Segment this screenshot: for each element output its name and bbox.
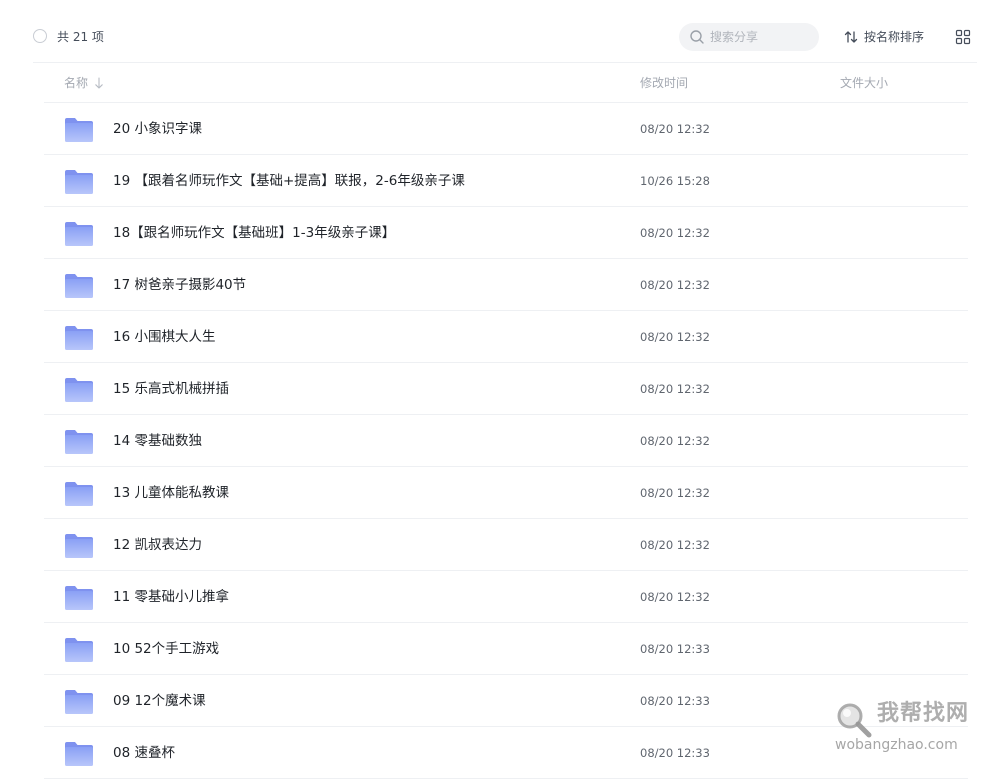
item-count: 共 21 项: [57, 30, 104, 44]
file-row[interactable]: 13 儿童体能私教课 08/20 12:32: [44, 467, 968, 519]
folder-icon: [65, 378, 93, 402]
file-row[interactable]: 18【跟名师玩作文【基础班】1-3年级亲子课】 08/20 12:32: [44, 207, 968, 259]
file-name[interactable]: 19 【跟着名师玩作文【基础+提高】联报，2-6年级亲子课: [113, 172, 465, 190]
file-name[interactable]: 12 凯叔表达力: [113, 536, 202, 554]
folder-icon: [65, 326, 93, 350]
file-name[interactable]: 14 零基础数独: [113, 432, 202, 450]
folder-icon: [65, 742, 93, 766]
file-modified-time: 08/20 12:33: [640, 694, 710, 708]
sort-down-icon: [95, 77, 103, 89]
file-modified-time: 08/20 12:32: [640, 590, 710, 604]
file-name[interactable]: 08 速叠杯: [113, 744, 175, 762]
toolbar: 共 21 项 按名称排序: [0, 0, 989, 62]
file-row[interactable]: 19 【跟着名师玩作文【基础+提高】联报，2-6年级亲子课 10/26 15:28: [44, 155, 968, 207]
table-header: 名称 修改时间 文件大小: [44, 63, 968, 103]
folder-icon: [65, 586, 93, 610]
folder-icon: [65, 638, 93, 662]
folder-icon: [65, 534, 93, 558]
file-modified-time: 08/20 12:32: [640, 434, 710, 448]
file-modified-time: 08/20 12:32: [640, 538, 710, 552]
folder-icon: [65, 170, 93, 194]
file-row[interactable]: 20 小象识字课 08/20 12:32: [44, 103, 968, 155]
file-modified-time: 10/26 15:28: [640, 174, 710, 188]
file-name[interactable]: 16 小围棋大人生: [113, 328, 215, 346]
search-icon: [690, 30, 704, 44]
column-header-modified[interactable]: 修改时间: [640, 76, 688, 90]
sort-icon: [844, 31, 858, 43]
folder-icon: [65, 482, 93, 506]
file-name[interactable]: 20 小象识字课: [113, 120, 202, 138]
file-modified-time: 08/20 12:32: [640, 330, 710, 344]
file-modified-time: 08/20 12:32: [640, 226, 710, 240]
folder-icon: [65, 222, 93, 246]
file-modified-time: 08/20 12:33: [640, 746, 710, 760]
file-row[interactable]: 15 乐高式机械拼插 08/20 12:32: [44, 363, 968, 415]
folder-icon: [65, 690, 93, 714]
search-input[interactable]: [710, 28, 810, 46]
select-all-checkbox[interactable]: [33, 29, 47, 43]
column-header-size[interactable]: 文件大小: [840, 76, 888, 90]
file-modified-time: 08/20 12:32: [640, 486, 710, 500]
folder-icon: [65, 118, 93, 142]
file-row[interactable]: 17 树爸亲子摄影40节 08/20 12:32: [44, 259, 968, 311]
file-row[interactable]: 12 凯叔表达力 08/20 12:32: [44, 519, 968, 571]
file-modified-time: 08/20 12:32: [640, 278, 710, 292]
grid-view-icon[interactable]: [955, 29, 971, 45]
file-name[interactable]: 10 52个手工游戏: [113, 640, 219, 658]
file-modified-time: 08/20 12:32: [640, 382, 710, 396]
file-name[interactable]: 09 12个魔术课: [113, 692, 206, 710]
folder-icon: [65, 274, 93, 298]
file-modified-time: 08/20 12:33: [640, 642, 710, 656]
folder-icon: [65, 430, 93, 454]
file-row[interactable]: 08 速叠杯 08/20 12:33: [44, 727, 968, 779]
file-name[interactable]: 17 树爸亲子摄影40节: [113, 276, 246, 294]
file-row[interactable]: 09 12个魔术课 08/20 12:33: [44, 675, 968, 727]
file-name[interactable]: 11 零基础小儿推拿: [113, 588, 229, 606]
file-row[interactable]: 14 零基础数独 08/20 12:32: [44, 415, 968, 467]
file-row[interactable]: 10 52个手工游戏 08/20 12:33: [44, 623, 968, 675]
sort-button[interactable]: 按名称排序: [843, 28, 924, 46]
file-row[interactable]: 11 零基础小儿推拿 08/20 12:32: [44, 571, 968, 623]
column-header-name[interactable]: 名称: [64, 76, 104, 90]
search-box[interactable]: [679, 23, 819, 51]
column-name-label: 名称: [64, 76, 89, 90]
file-name[interactable]: 18【跟名师玩作文【基础班】1-3年级亲子课】: [113, 224, 395, 242]
file-list: 20 小象识字课 08/20 12:32 19 【跟着名师玩作文【基础+提高】联报，…: [44, 103, 968, 779]
file-name[interactable]: 15 乐高式机械拼插: [113, 380, 229, 398]
file-name[interactable]: 13 儿童体能私教课: [113, 484, 229, 502]
file-modified-time: 08/20 12:32: [640, 122, 710, 136]
sort-label: 按名称排序: [864, 30, 925, 44]
file-row[interactable]: 16 小围棋大人生 08/20 12:32: [44, 311, 968, 363]
